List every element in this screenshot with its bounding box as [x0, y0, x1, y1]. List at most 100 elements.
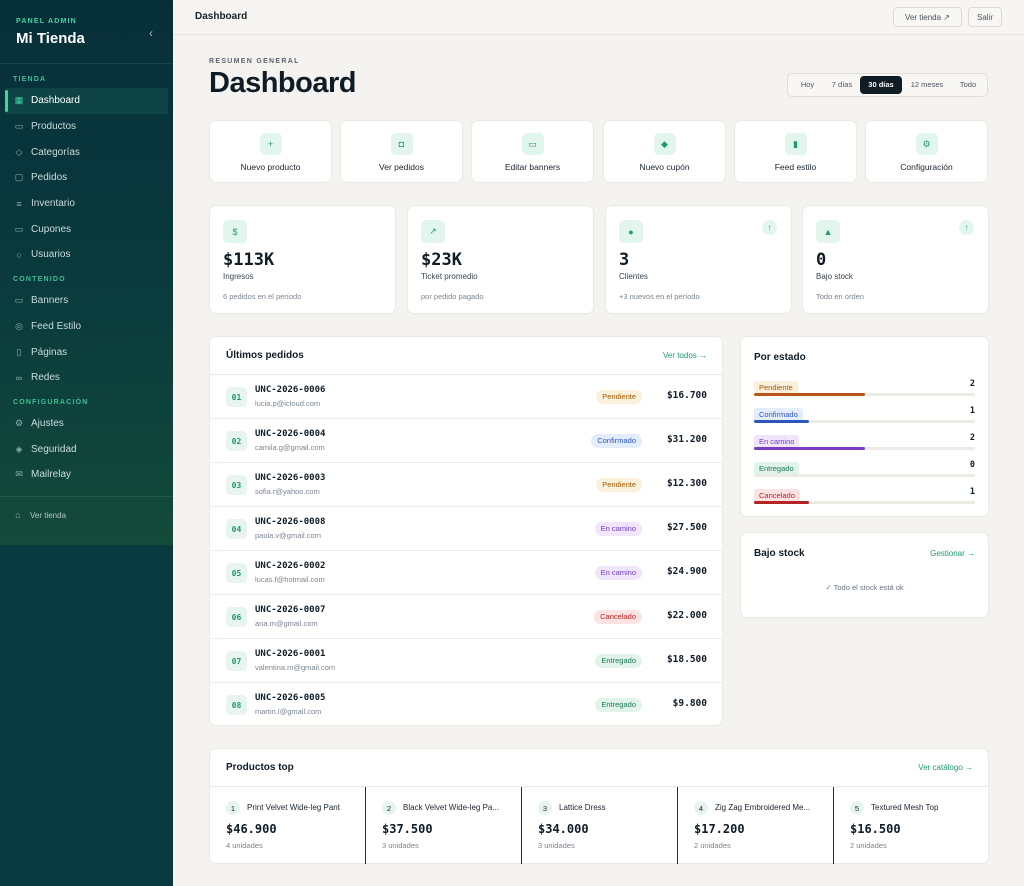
- status-bar-fill: [754, 420, 810, 423]
- brand-name: Mi Tienda: [16, 30, 85, 47]
- status-count: 1: [969, 487, 975, 497]
- status-count: 0: [969, 460, 975, 470]
- mail-icon: ✉: [15, 469, 23, 480]
- view-all-orders-link[interactable]: Ver todos →: [663, 351, 707, 360]
- status-count: 1: [969, 406, 975, 416]
- order-index: 06: [226, 607, 247, 627]
- table-row[interactable]: 05 UNC-2026-0002 lucas.f@hotmail.com En …: [210, 551, 722, 595]
- order-code: UNC-2026-0002: [255, 561, 326, 571]
- sidebar-item-label: Usuarios: [31, 249, 71, 261]
- sidebar-top: PANEL ADMIN Mi Tienda ‹ TIENDA ▦ Dashboar…: [0, 0, 173, 545]
- product-revenue: $46.900: [226, 822, 277, 836]
- order-amount: $27.500: [666, 522, 707, 533]
- sidebar-item-dashboard[interactable]: ▦ Dashboard: [5, 88, 168, 114]
- view-catalog-link[interactable]: Ver catálogo →: [918, 763, 973, 772]
- sidebar-item-cupones[interactable]: ▭ Cupones: [5, 216, 168, 242]
- table-row[interactable]: 02 UNC-2026-0004 camila.g@gmail.com Conf…: [210, 419, 722, 463]
- product-rank: 4: [694, 801, 708, 815]
- quick-action-new-product[interactable]: + Nuevo producto: [209, 120, 332, 183]
- top-products-title: Productos top: [226, 762, 294, 773]
- product-units: 4 unidades: [226, 841, 263, 850]
- stat-sub: Todo en orden: [816, 292, 864, 301]
- view-store-button[interactable]: Ver tienda ↗: [893, 7, 962, 27]
- latest-orders-title: Últimos pedidos: [226, 350, 304, 361]
- quick-action-settings[interactable]: ⚙ Configuración: [865, 120, 988, 183]
- logout-button[interactable]: Salir: [968, 7, 1002, 27]
- sidebar-item-ajustes[interactable]: ⚙ Ajustes: [5, 411, 168, 437]
- sidebar-view-store-link[interactable]: ⌂ Ver tienda: [0, 495, 173, 534]
- sidebar-item-paginas[interactable]: ▯ Páginas: [5, 339, 168, 365]
- status-row-pendiente: Pendiente 2: [754, 377, 975, 404]
- order-amount: $18.500: [666, 654, 707, 665]
- collapse-sidebar-icon[interactable]: ‹: [149, 26, 153, 40]
- shopping-bag-icon: ◘: [390, 133, 413, 155]
- range-12-meses[interactable]: 12 meses: [902, 76, 952, 94]
- ticket-icon: ▭: [14, 223, 24, 234]
- table-row[interactable]: 06 UNC-2026-0007 ana.m@gmail.com Cancela…: [210, 595, 722, 639]
- sidebar-item-label: Inventario: [31, 198, 75, 210]
- table-row[interactable]: 01 UNC-2026-0006 lucia.p@icloud.com Pend…: [210, 375, 722, 419]
- trending-up-icon: ↗: [421, 220, 445, 243]
- quick-action-view-orders[interactable]: ◘ Ver pedidos: [340, 120, 463, 183]
- status-bar-fill: [754, 393, 865, 396]
- table-row[interactable]: 08 UNC-2026-0005 martin.l@gmail.com Entr…: [210, 683, 722, 727]
- tag-icon: ◆: [653, 133, 676, 155]
- stat-card-low-stock: ▲ ↑ 0 Bajo stock Todo en orden: [802, 205, 989, 314]
- status-bar-track: [754, 474, 975, 477]
- product-name: Print Velvet Wide-leg Pant: [247, 803, 340, 812]
- sidebar-item-inventario[interactable]: ≡ Inventario: [5, 191, 168, 217]
- table-row[interactable]: 04 UNC-2026-0008 paula.v@gmail.com En ca…: [210, 507, 722, 551]
- page-title: Dashboard: [209, 67, 356, 99]
- stat-value: 0: [816, 250, 827, 270]
- quick-action-new-coupon[interactable]: ◆ Nuevo cupón: [603, 120, 726, 183]
- product-name: Textured Mesh Top: [871, 803, 939, 812]
- sidebar-item-label: Pedidos: [31, 172, 68, 184]
- sidebar-item-label: Mailrelay: [31, 469, 72, 481]
- sidebar-item-label: Feed Estilo: [31, 320, 82, 332]
- stat-sub: +3 nuevos en el período: [619, 292, 700, 301]
- top-product-card[interactable]: 4 Zig Zag Embroidered Me... $17.200 2 un…: [678, 787, 834, 864]
- product-name: Lattice Dress: [559, 803, 606, 812]
- sidebar-item-mailrelay[interactable]: ✉ Mailrelay: [5, 462, 168, 488]
- product-units: 3 unidades: [538, 841, 575, 850]
- manage-stock-link[interactable]: Gestionar →: [930, 549, 975, 558]
- sidebar-item-categorias[interactable]: ◇ Categorías: [5, 139, 168, 165]
- sidebar-item-label: Seguridad: [31, 443, 77, 455]
- sidebar-item-pedidos[interactable]: ▢ Pedidos: [5, 165, 168, 191]
- table-row[interactable]: 07 UNC-2026-0001 valentina.m@gmail.com E…: [210, 639, 722, 683]
- range-7-dias[interactable]: 7 días: [824, 76, 860, 94]
- sidebar-item-seguridad[interactable]: ◈ Seguridad: [5, 436, 168, 462]
- low-stock-message: ✓ Todo el stock está ok: [825, 583, 904, 592]
- sidebar-item-label: Dashboard: [31, 95, 80, 107]
- quick-action-label: Nuevo cupón: [639, 162, 690, 172]
- home-icon: ⌂: [15, 510, 21, 521]
- order-index: 02: [226, 431, 247, 451]
- external-link-icon: ↗: [943, 12, 950, 22]
- sidebar-item-feed-estilo[interactable]: ◎ Feed Estilo: [5, 314, 168, 340]
- order-email: valentina.m@gmail.com: [255, 663, 336, 672]
- product-rank: 1: [226, 801, 240, 815]
- sidebar-item-usuarios[interactable]: ○ Usuarios: [5, 242, 168, 268]
- quick-action-edit-banners[interactable]: ▭ Editar banners: [471, 120, 594, 183]
- range-hoy[interactable]: Hoy: [791, 76, 824, 94]
- sidebar-item-productos[interactable]: ▭ Productos: [5, 114, 168, 140]
- stat-value: 3: [619, 250, 630, 270]
- product-revenue: $37.500: [382, 822, 433, 836]
- shield-icon: ◈: [15, 443, 23, 454]
- top-product-card[interactable]: 5 Textured Mesh Top $16.500 2 unidades: [834, 787, 990, 864]
- top-product-card[interactable]: 1 Print Velvet Wide-leg Pant $46.900 4 u…: [210, 787, 366, 864]
- table-row[interactable]: 03 UNC-2026-0003 sofia.r@yahoo.com Pendi…: [210, 463, 722, 507]
- range-todo[interactable]: Todo: [952, 76, 984, 94]
- sidebar-item-banners[interactable]: ▭ Banners: [5, 288, 168, 314]
- product-units: 3 unidades: [382, 841, 419, 850]
- product-rank: 3: [538, 801, 552, 815]
- stat-sub: por pedido pagado: [421, 292, 484, 301]
- quick-action-style-feed[interactable]: ▮ Feed estilo: [734, 120, 857, 183]
- user-icon: ○: [16, 249, 22, 260]
- sidebar-item-redes[interactable]: ∞ Redes: [5, 365, 168, 391]
- status-badge: Confirmado: [591, 434, 642, 448]
- image-icon: ▭: [14, 295, 24, 306]
- top-product-card[interactable]: 3 Lattice Dress $34.000 3 unidades: [522, 787, 678, 864]
- range-30-dias[interactable]: 30 días: [860, 76, 902, 94]
- top-product-card[interactable]: 2 Black Velvet Wide-leg Pa... $37.500 3 …: [366, 787, 522, 864]
